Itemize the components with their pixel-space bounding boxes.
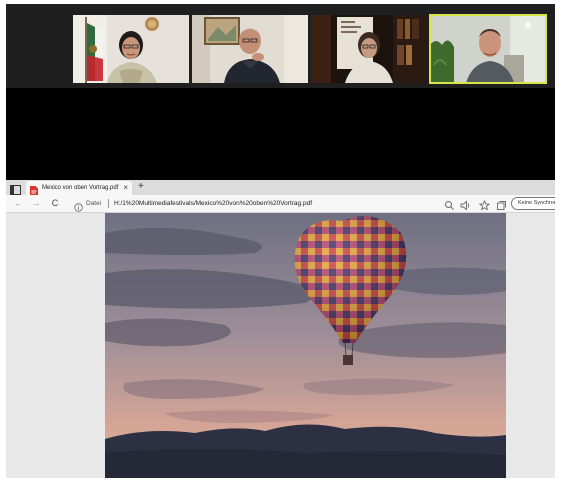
tab-pdf-document[interactable]: Mexico von oben Vortrag.pdf ×	[26, 181, 132, 196]
tab-actions-icon[interactable]	[10, 182, 21, 195]
address-separator	[108, 199, 109, 208]
participant-video-2	[192, 15, 308, 83]
browser-window: Mexico von oben Vortrag.pdf × + ← → C Da…	[6, 180, 555, 478]
pdf-page	[105, 213, 506, 478]
participant-tile-2[interactable]	[192, 15, 308, 83]
site-label: Datei	[86, 200, 102, 207]
tab-strip: Mexico von oben Vortrag.pdf × +	[6, 180, 555, 196]
sync-button[interactable]: Keine Synchronisierung	[511, 197, 555, 210]
tab-title: Mexico von oben Vortrag.pdf	[42, 185, 119, 191]
participant-tile-4-active-speaker[interactable]	[429, 14, 547, 84]
new-tab-button[interactable]: +	[138, 180, 144, 194]
address-bar[interactable]: Datei H:/1%20Multimediafestivals/Mexico%…	[74, 198, 374, 212]
pdf-file-icon	[30, 183, 38, 196]
video-gallery	[6, 4, 555, 88]
forward-button[interactable]: →	[30, 197, 42, 210]
zoom-icon[interactable]	[444, 198, 455, 210]
tab-close-icon[interactable]: ×	[123, 182, 128, 193]
collections-icon[interactable]	[496, 198, 507, 210]
reload-button[interactable]: C	[49, 197, 61, 210]
participant-tile-1[interactable]	[73, 15, 189, 83]
conference-window: Mexico von oben Vortrag.pdf × + ← → C Da…	[6, 4, 555, 478]
favorites-icon[interactable]	[478, 198, 491, 211]
participant-video-1	[73, 15, 189, 83]
read-aloud-icon[interactable]	[460, 198, 471, 211]
back-button[interactable]: ←	[12, 197, 24, 210]
info-icon[interactable]	[74, 199, 83, 212]
browser-toolbar: ← → C Datei H:/1%20Multimediafestivals/M…	[6, 195, 555, 213]
pdf-viewer	[6, 213, 555, 478]
participant-video-4	[430, 15, 546, 83]
participant-video-3	[311, 15, 427, 83]
screen: Mexico von oben Vortrag.pdf × + ← → C Da…	[0, 0, 561, 482]
balloon-photo	[105, 213, 506, 478]
address-url[interactable]: H:/1%20Multimediafestivals/Mexico%20von%…	[114, 198, 312, 209]
participant-tile-3[interactable]	[311, 15, 427, 83]
empty-stage	[6, 88, 555, 180]
